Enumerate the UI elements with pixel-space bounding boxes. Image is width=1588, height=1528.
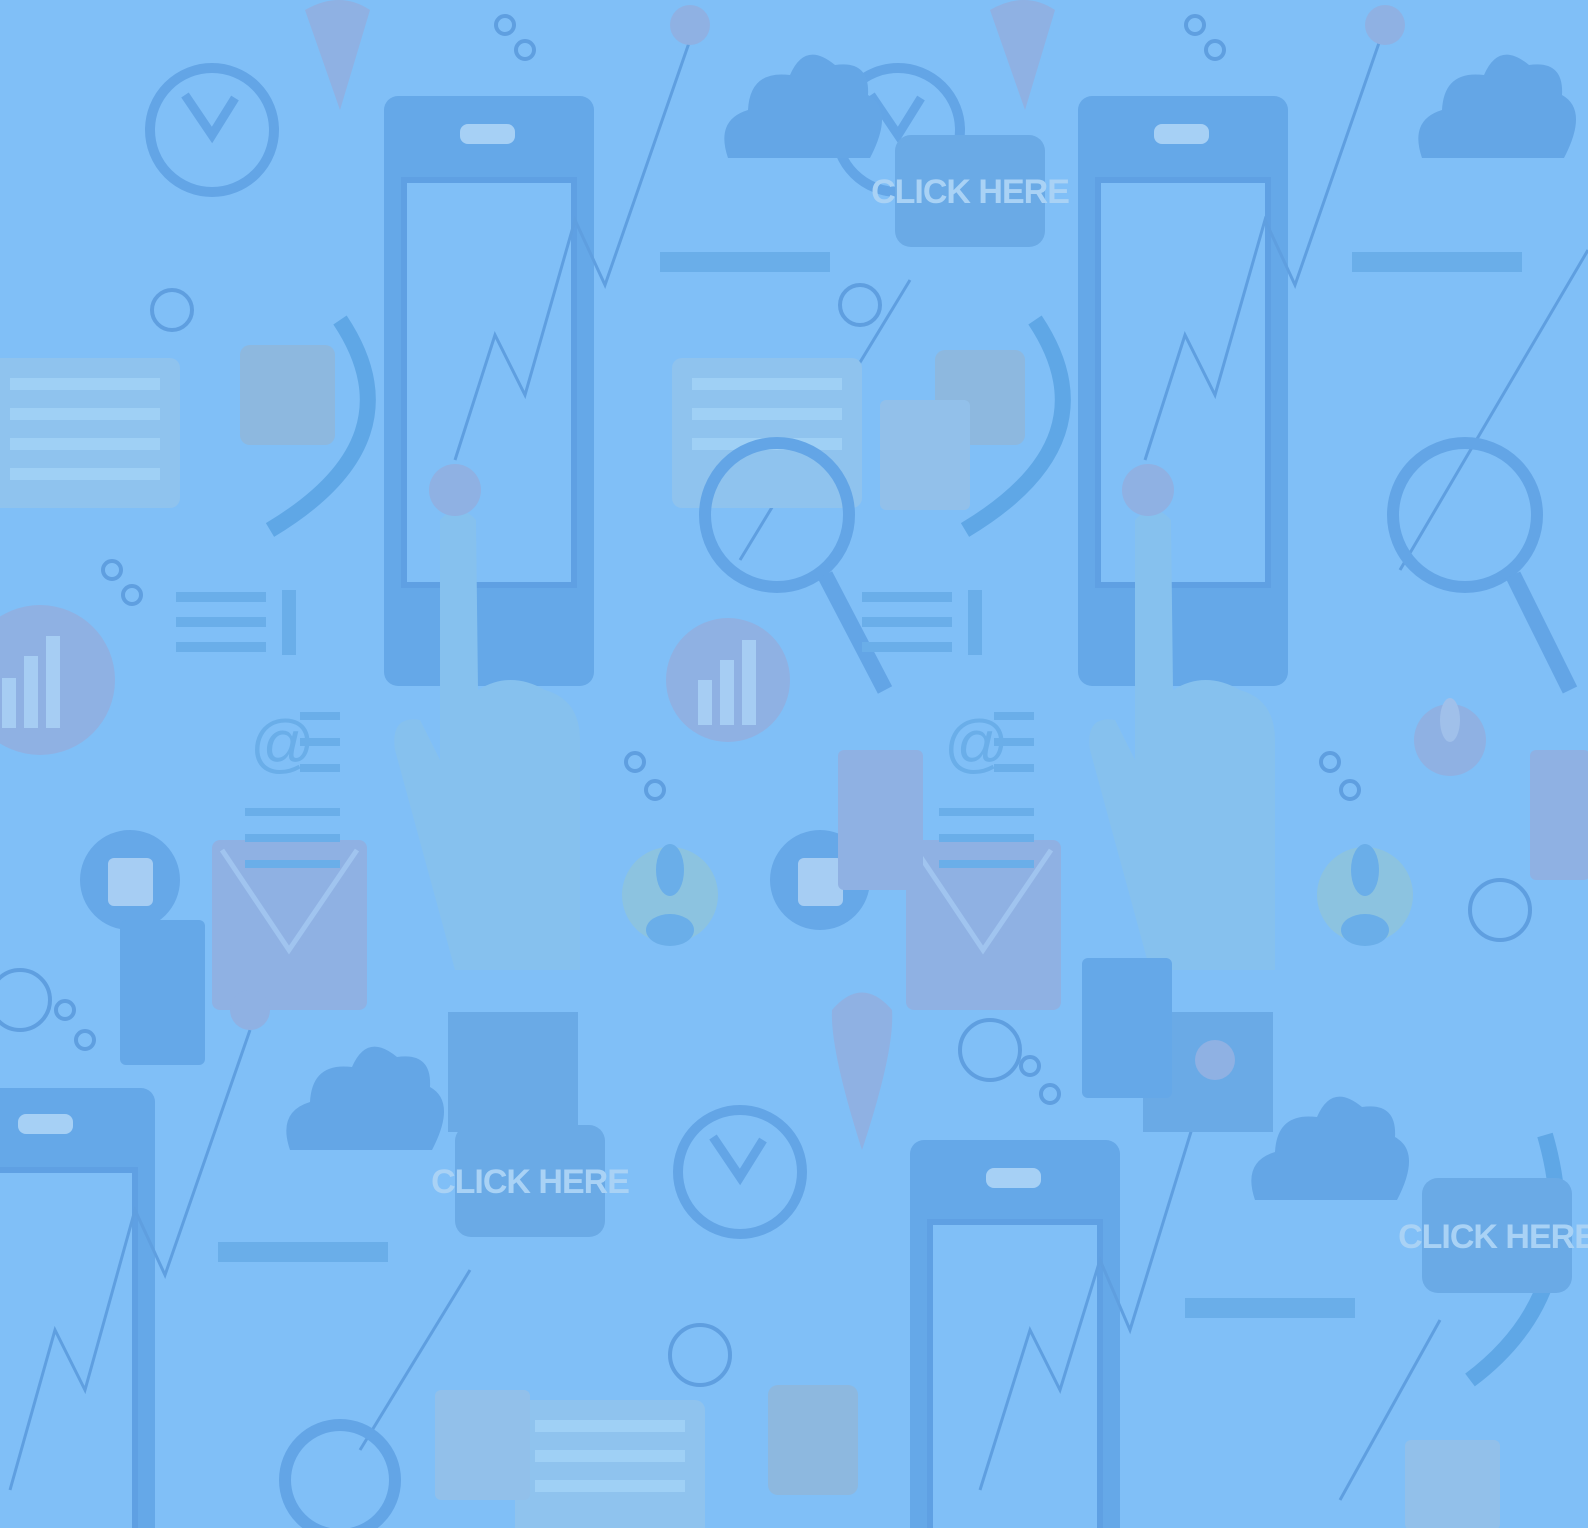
bar-chart-icon [666, 618, 790, 742]
pattern-background: @ @ CLICK HERE CLICK HERE CLICK HERE [0, 0, 1588, 1528]
click-here-label: CLICK HERE [871, 173, 1069, 211]
smartphone-icon [384, 96, 594, 686]
click-here-label: CLICK HERE [431, 1163, 629, 1201]
smartphone-icon [910, 1140, 1120, 1528]
smartphone-icon [0, 1088, 155, 1528]
chat-bubble-icon [0, 358, 180, 508]
smartphone-icon [1078, 96, 1288, 686]
click-here-label: CLICK HERE [1398, 1218, 1588, 1256]
click-here-button[interactable]: CLICK HERE [431, 1125, 630, 1237]
chat-bubble-icon [672, 358, 862, 508]
click-here-button[interactable]: CLICK HERE [1398, 1178, 1588, 1293]
thumbs-up-icon [80, 830, 180, 930]
chat-bubble-icon [515, 1400, 705, 1528]
click-here-button[interactable]: CLICK HERE [871, 135, 1070, 247]
